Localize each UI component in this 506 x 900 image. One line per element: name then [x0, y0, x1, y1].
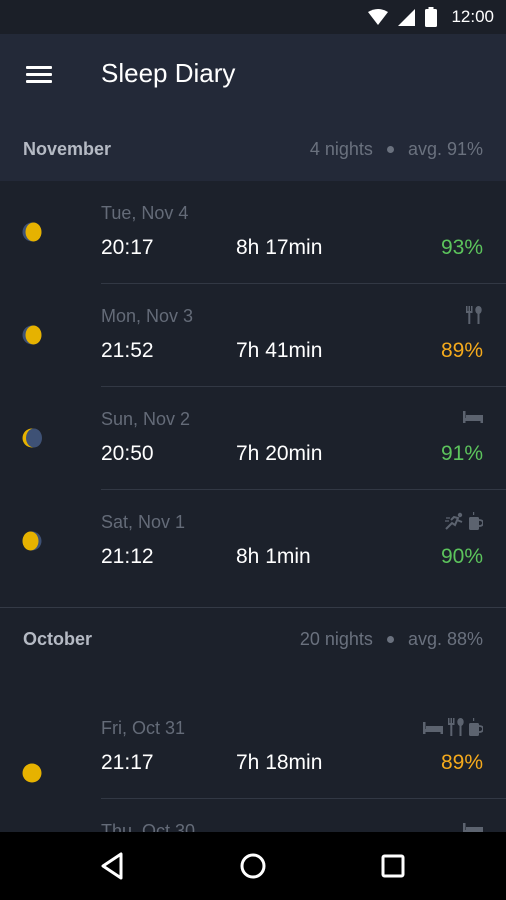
list-item[interactable]: Thu, Oct 30 — [0, 799, 506, 832]
entry-date: Fri, Oct 31 — [101, 718, 186, 738]
nights-count: 20 nights — [299, 629, 373, 649]
month-header[interactable]: November 4 nights avg. 91% — [0, 118, 506, 181]
app-bar: Sleep Diary — [0, 34, 506, 118]
status-bar: 12:00 — [0, 0, 506, 34]
tag-icons — [465, 306, 483, 329]
nights-count: 4 nights — [309, 139, 373, 159]
fork-spoon-icon — [447, 718, 465, 741]
fork-spoon-icon — [465, 306, 483, 329]
battery-icon — [425, 7, 438, 27]
bedtime: 20:17 — [101, 236, 154, 259]
sleep-duration: 7h 41min — [236, 339, 323, 362]
recents-icon[interactable] — [377, 850, 409, 882]
bedtime: 21:52 — [101, 339, 154, 362]
sleep-quality: 93% — [440, 236, 483, 259]
month-header[interactable]: October 20 nights avg. 88% — [0, 608, 506, 671]
moon-phase-icon — [22, 428, 42, 448]
entry-date: Tue, Nov 4 — [101, 203, 189, 223]
sleep-duration: 7h 20min — [236, 442, 323, 465]
moon-phase-icon — [22, 325, 42, 345]
bedtime: 21:17 — [101, 751, 154, 774]
list-item[interactable]: Fri, Oct 31 21:17 7h 18min 89% — [0, 696, 506, 799]
bedtime: 20:50 — [101, 442, 154, 465]
tag-icons — [445, 512, 484, 535]
tag-icons — [463, 409, 483, 428]
tag-icons — [423, 718, 484, 741]
month-stats: 4 nights avg. 91% — [310, 139, 483, 160]
coffee-cup-icon — [469, 512, 484, 535]
month-stats: 20 nights avg. 88% — [300, 629, 483, 650]
status-time: 12:00 — [451, 7, 494, 26]
sleep-quality: 89% — [440, 339, 483, 362]
bed-icon — [423, 720, 443, 739]
page-title: Sleep Diary — [101, 58, 236, 88]
diary-list[interactable]: November 4 nights avg. 91% Tue, Nov 4 20:1… — [0, 118, 506, 832]
month-name: October — [23, 629, 93, 649]
moon-phase-icon — [22, 222, 42, 242]
sleep-duration: 8h 17min — [236, 236, 323, 259]
separator-dot — [386, 636, 394, 643]
list-item[interactable]: Sat, Nov 1 21:12 8h 1min 90% — [0, 490, 506, 593]
list-item[interactable]: Tue, Nov 4 20:17 8h 17min 93% — [0, 181, 506, 284]
list-item[interactable]: Sun, Nov 2 20:50 7h 20min 91% — [0, 387, 506, 490]
month-average: avg. 88% — [407, 629, 483, 649]
coffee-cup-icon — [469, 718, 484, 741]
sleep-quality: 89% — [440, 751, 483, 774]
moon-phase-icon — [22, 531, 42, 551]
sleep-duration: 8h 1min — [236, 545, 311, 568]
home-icon[interactable] — [237, 850, 269, 882]
bedtime: 21:12 — [101, 545, 154, 568]
entry-date: Thu, Oct 30 — [101, 821, 196, 832]
tag-icons — [463, 821, 483, 832]
bed-icon — [463, 821, 483, 832]
bed-icon — [463, 409, 483, 428]
month-name: November — [23, 139, 112, 159]
month-average: avg. 91% — [407, 139, 483, 159]
list-item[interactable]: Mon, Nov 3 21:52 7h 41min 89% — [0, 284, 506, 387]
sleep-quality: 90% — [440, 545, 483, 568]
moon-phase-icon — [22, 763, 42, 783]
wifi-icon — [368, 9, 389, 25]
hamburger-menu-icon[interactable] — [26, 66, 52, 86]
entry-date: Sun, Nov 2 — [101, 409, 191, 429]
entry-date: Mon, Nov 3 — [101, 306, 194, 326]
navigation-bar — [0, 832, 506, 900]
back-icon[interactable] — [97, 850, 129, 882]
sleep-quality: 91% — [440, 442, 483, 465]
sleep-duration: 7h 18min — [236, 751, 323, 774]
entry-date: Sat, Nov 1 — [101, 512, 186, 532]
running-icon — [445, 512, 465, 535]
separator-dot — [386, 146, 394, 153]
signal-icon — [398, 8, 416, 26]
